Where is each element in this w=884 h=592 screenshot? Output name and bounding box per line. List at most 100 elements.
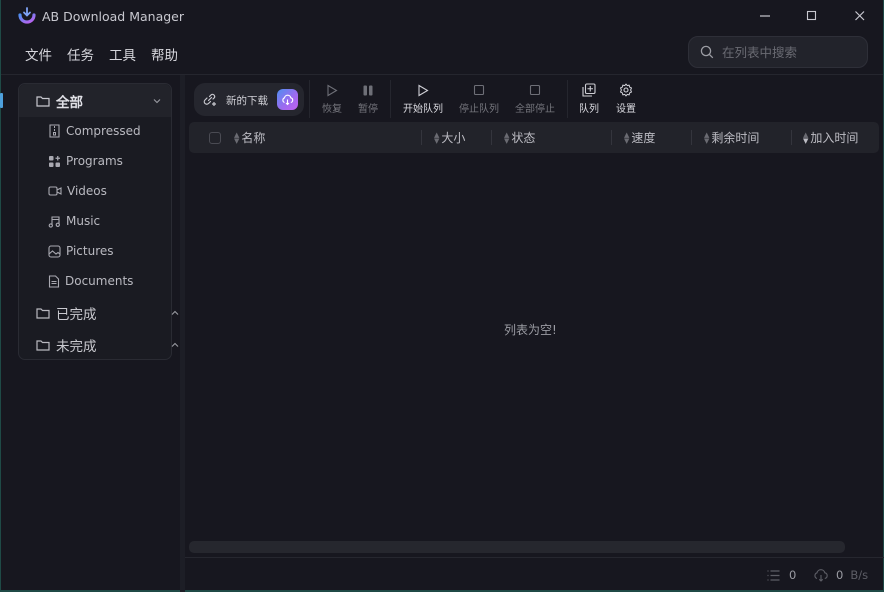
title-bar: AB Download Manager bbox=[1, 0, 883, 34]
search-box[interactable] bbox=[688, 36, 868, 68]
document-icon bbox=[48, 274, 60, 288]
column-resize-handle[interactable] bbox=[611, 130, 612, 145]
column-speed[interactable]: ▲ ▼ 速度 bbox=[624, 122, 655, 153]
toolbar-divider bbox=[309, 80, 310, 118]
sidebar-item-label: Documents bbox=[65, 274, 134, 288]
active-downloads-status: 0 bbox=[767, 568, 796, 582]
new-download-label: 新的下载 bbox=[226, 95, 268, 107]
settings-label: 设置 bbox=[616, 104, 636, 115]
app-logo-icon bbox=[18, 7, 36, 24]
empty-list-message: 列表为空! bbox=[504, 323, 557, 337]
select-all-checkbox[interactable] bbox=[209, 132, 221, 144]
column-label: 大小 bbox=[441, 131, 466, 145]
close-button[interactable] bbox=[837, 0, 883, 32]
active-count: 0 bbox=[789, 568, 797, 582]
minimize-icon bbox=[760, 15, 770, 17]
stop-icon bbox=[473, 84, 485, 96]
sidebar-item-music[interactable]: Music bbox=[48, 211, 100, 231]
queue-add-icon bbox=[582, 83, 596, 97]
column-size[interactable]: ▲ ▼ 大小 bbox=[434, 122, 465, 153]
column-status[interactable]: ▲ ▼ 状态 bbox=[504, 122, 535, 153]
category-completed[interactable]: 已完成 bbox=[36, 301, 179, 325]
toolbar-divider bbox=[567, 80, 568, 118]
app-title: AB Download Manager bbox=[42, 9, 184, 24]
minimize-button[interactable] bbox=[742, 0, 788, 32]
resume-button[interactable]: 恢复 bbox=[320, 82, 344, 116]
sidebar-item-videos[interactable]: Videos bbox=[48, 181, 107, 201]
category-incomplete[interactable]: 未完成 bbox=[36, 333, 179, 357]
play-icon bbox=[418, 84, 429, 96]
column-label: 状态 bbox=[511, 131, 536, 145]
menu-bar: 文件 任务 工具 帮助 bbox=[25, 44, 193, 64]
queues-button[interactable]: 队列 bbox=[578, 82, 600, 116]
link-add-icon bbox=[203, 93, 216, 106]
chevron-up-icon[interactable] bbox=[170, 340, 180, 350]
new-download-button[interactable]: 新的下载 bbox=[194, 83, 304, 116]
sort-icon: ▲ ▼ bbox=[434, 130, 440, 145]
statusbar-divider bbox=[185, 557, 884, 558]
close-icon bbox=[855, 11, 865, 21]
start-queue-button[interactable]: 开始队列 bbox=[402, 82, 444, 116]
folder-icon bbox=[36, 340, 50, 351]
category-all-label: 全部 bbox=[56, 95, 83, 111]
toolbar-divider bbox=[390, 80, 391, 118]
menu-help[interactable]: 帮助 bbox=[151, 44, 178, 64]
video-icon bbox=[48, 186, 62, 196]
column-name[interactable]: ▲ ▼ 名称 bbox=[234, 122, 265, 153]
menu-file[interactable]: 文件 bbox=[25, 44, 52, 64]
selected-indicator bbox=[0, 93, 3, 108]
category-incomplete-label: 未完成 bbox=[56, 339, 97, 355]
chevron-up-icon[interactable] bbox=[170, 308, 180, 318]
pause-label: 暂停 bbox=[358, 104, 378, 115]
stop-queue-label: 停止队列 bbox=[459, 104, 499, 115]
settings-button[interactable]: 设置 bbox=[615, 82, 637, 116]
add-download-cloud-button[interactable] bbox=[277, 89, 298, 110]
sidebar-item-label: Programs bbox=[66, 154, 123, 168]
search-input[interactable] bbox=[722, 44, 862, 60]
column-resize-handle[interactable] bbox=[691, 130, 692, 145]
pause-icon bbox=[363, 85, 373, 95]
resume-label: 恢复 bbox=[322, 104, 342, 115]
column-label: 名称 bbox=[241, 131, 266, 145]
sidebar-item-compressed[interactable]: Compressed bbox=[48, 121, 141, 141]
sidebar-resize-handle[interactable] bbox=[180, 75, 185, 592]
stop-all-label: 全部停止 bbox=[515, 104, 555, 115]
menu-tasks[interactable]: 任务 bbox=[67, 44, 94, 64]
apps-icon bbox=[49, 155, 60, 167]
zip-file-icon bbox=[49, 124, 60, 138]
maximize-button[interactable] bbox=[789, 0, 835, 32]
column-resize-handle[interactable] bbox=[491, 130, 492, 145]
sort-desc-icon: ▲ ▼ bbox=[803, 130, 809, 145]
download-speed-status: 0 B/s bbox=[813, 568, 868, 582]
cloud-download-icon bbox=[814, 568, 828, 582]
play-icon bbox=[327, 84, 338, 96]
gear-icon bbox=[620, 83, 632, 97]
sidebar-item-label: Music bbox=[66, 214, 101, 228]
pause-button[interactable]: 暂停 bbox=[356, 82, 380, 116]
column-date-added[interactable]: ▲ ▼ 加入时间 bbox=[803, 122, 858, 153]
sidebar-item-programs[interactable]: Programs bbox=[48, 151, 123, 171]
folder-icon bbox=[36, 308, 50, 319]
sort-icon: ▲ ▼ bbox=[504, 130, 510, 145]
sidebar-categories: 全部 Compressed Programs Videos Music Pict… bbox=[18, 83, 179, 360]
menu-tools[interactable]: 工具 bbox=[109, 44, 136, 64]
stop-all-button[interactable]: 全部停止 bbox=[514, 82, 556, 116]
column-resize-handle[interactable] bbox=[421, 130, 422, 145]
sort-icon: ▲ ▼ bbox=[234, 130, 240, 145]
category-all-header[interactable]: 全部 bbox=[19, 84, 171, 117]
horizontal-scrollbar[interactable] bbox=[189, 541, 845, 553]
speed-unit: B/s bbox=[850, 568, 869, 582]
chevron-down-icon[interactable] bbox=[152, 96, 162, 106]
stop-queue-button[interactable]: 停止队列 bbox=[458, 82, 500, 116]
sidebar-item-label: Videos bbox=[67, 184, 107, 198]
start-queue-label: 开始队列 bbox=[403, 104, 443, 115]
column-label: 剩余时间 bbox=[711, 131, 760, 145]
sidebar-item-documents[interactable]: Documents bbox=[48, 271, 133, 291]
search-icon bbox=[700, 45, 714, 59]
stop-icon bbox=[529, 84, 541, 96]
sidebar-item-label: Compressed bbox=[66, 124, 141, 138]
sidebar-item-pictures[interactable]: Pictures bbox=[48, 241, 114, 261]
column-time-left[interactable]: ▲ ▼ 剩余时间 bbox=[704, 122, 759, 153]
column-label: 速度 bbox=[631, 131, 656, 145]
column-resize-handle[interactable] bbox=[791, 130, 792, 145]
